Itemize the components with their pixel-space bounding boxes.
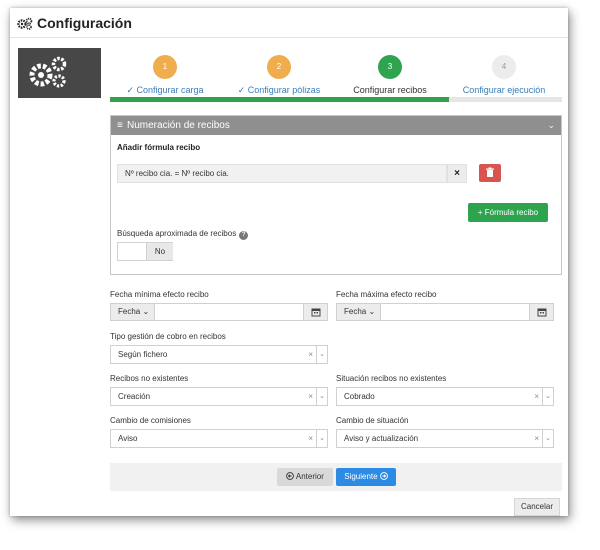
gears-icon xyxy=(17,17,33,30)
chevron-down-icon[interactable]: ⌄ xyxy=(316,388,327,405)
clear-icon[interactable]: × xyxy=(308,388,313,405)
previous-label: Anterior xyxy=(295,472,324,481)
wizard-footer: Anterior Siguiente xyxy=(110,463,562,491)
selected-value: Aviso y actualización xyxy=(344,434,419,443)
check-icon: ✓ xyxy=(126,85,134,95)
calendar-icon[interactable] xyxy=(529,304,553,320)
delete-formula-button[interactable] xyxy=(479,164,501,182)
step-configurar-recibos[interactable]: 3 Configurar recibos xyxy=(350,55,430,95)
chevron-down-icon: ⌄ xyxy=(368,307,376,316)
step-number: 3 xyxy=(378,55,402,79)
add-formula-button[interactable]: + Fórmula recibo xyxy=(468,203,548,222)
step-label: Configurar ejecución xyxy=(462,85,546,95)
step-number: 2 xyxy=(267,55,291,79)
no-existentes-label: Recibos no existentes xyxy=(110,374,189,383)
wizard-progress xyxy=(110,97,562,102)
config-logo xyxy=(18,48,101,98)
previous-button[interactable]: Anterior xyxy=(277,468,333,486)
selected-value: Aviso xyxy=(118,434,138,443)
fecha-min-label: Fecha mínima efecto recibo xyxy=(110,290,209,299)
arrow-left-circle-icon xyxy=(286,472,294,480)
next-label: Siguiente xyxy=(344,472,378,481)
comisiones-select[interactable]: Aviso × ⌄ xyxy=(110,429,328,448)
numeracion-recibos-panel: ≡ Numeración de recibos ⌄ Añadir fórmula … xyxy=(110,115,562,275)
configuration-window: Configuración 1 ✓ Configurar carga 2 ✓ C… xyxy=(10,8,568,516)
check-icon: ✓ xyxy=(237,85,246,95)
gears-logo-icon xyxy=(29,56,67,88)
fecha-prefix-label: Fecha xyxy=(344,307,367,316)
approx-search-text: Búsqueda aproximada de recibos xyxy=(117,229,237,238)
cancel-button[interactable]: Cancelar xyxy=(514,498,560,516)
chevron-down-icon[interactable]: ⌄ xyxy=(316,430,327,447)
selected-value: Cobrado xyxy=(344,392,375,401)
chevron-down-icon[interactable]: ⌄ xyxy=(547,116,555,135)
chevron-down-icon[interactable]: ⌄ xyxy=(542,388,553,405)
page-title: Configuración xyxy=(37,15,132,31)
panel-header[interactable]: ≡ Numeración de recibos ⌄ xyxy=(111,116,561,135)
trash-icon xyxy=(486,167,494,177)
situacion-label: Situación recibos no existentes xyxy=(336,374,447,383)
no-existentes-select[interactable]: Creación × ⌄ xyxy=(110,387,328,406)
toggle-value: No xyxy=(146,243,173,260)
step-label: Configurar recibos xyxy=(353,85,427,95)
calendar-icon[interactable] xyxy=(303,304,327,320)
step-configurar-polizas[interactable]: 2 ✓ Configurar pólizas xyxy=(235,55,323,96)
clear-icon[interactable]: × xyxy=(534,430,539,447)
step-label: Configurar pólizas xyxy=(247,85,321,95)
next-button[interactable]: Siguiente xyxy=(336,468,396,486)
fecha-min-field[interactable]: Fecha ⌄ xyxy=(110,303,328,321)
window-header: Configuración xyxy=(10,8,568,38)
step-configurar-ejecucion[interactable]: 4 Configurar ejecución xyxy=(460,55,548,95)
chevron-down-icon: ⌄ xyxy=(142,307,150,316)
tipo-gestion-label: Tipo gestión de cobro en recibos xyxy=(110,332,226,341)
comisiones-label: Cambio de comisiones xyxy=(110,416,191,425)
clear-icon[interactable]: × xyxy=(534,388,539,405)
wizard-progress-fill xyxy=(110,97,449,102)
cambio-situacion-select[interactable]: Aviso y actualización × ⌄ xyxy=(336,429,554,448)
clear-icon[interactable]: × xyxy=(308,346,313,363)
step-number: 1 xyxy=(153,55,177,79)
fecha-type-select[interactable]: Fecha ⌄ xyxy=(337,304,381,320)
step-label: Configurar carga xyxy=(136,85,204,95)
step-configurar-carga[interactable]: 1 ✓ Configurar carga xyxy=(125,55,205,96)
fecha-max-label: Fecha máxima efecto recibo xyxy=(336,290,437,299)
approx-search-label: Búsqueda aproximada de recibos? xyxy=(117,229,249,240)
step-number: 4 xyxy=(492,55,516,79)
fecha-prefix-label: Fecha xyxy=(118,307,141,316)
help-icon[interactable]: ? xyxy=(239,231,249,240)
approx-search-toggle[interactable]: No xyxy=(117,242,173,261)
selected-value: Según fichero xyxy=(118,350,168,359)
menu-icon: ≡ xyxy=(117,120,123,131)
toggle-knob xyxy=(118,243,146,260)
formula-title: Añadir fórmula recibo xyxy=(117,143,201,152)
chevron-down-icon[interactable]: ⌄ xyxy=(542,430,553,447)
fecha-type-select[interactable]: Fecha ⌄ xyxy=(111,304,155,320)
chevron-down-icon[interactable]: ⌄ xyxy=(316,346,327,363)
situacion-select[interactable]: Cobrado × ⌄ xyxy=(336,387,554,406)
panel-title: Numeración de recibos xyxy=(127,120,230,131)
clear-icon[interactable]: × xyxy=(308,430,313,447)
selected-value: Creación xyxy=(118,392,151,401)
clear-formula-button[interactable]: × xyxy=(447,164,467,183)
tipo-gestion-select[interactable]: Según fichero × ⌄ xyxy=(110,345,328,364)
formula-field[interactable]: Nº recibo cia. = Nº recibo cia. xyxy=(117,164,447,183)
cambio-situacion-label: Cambio de situación xyxy=(336,416,409,425)
fecha-max-field[interactable]: Fecha ⌄ xyxy=(336,303,554,321)
arrow-right-circle-icon xyxy=(379,472,388,480)
